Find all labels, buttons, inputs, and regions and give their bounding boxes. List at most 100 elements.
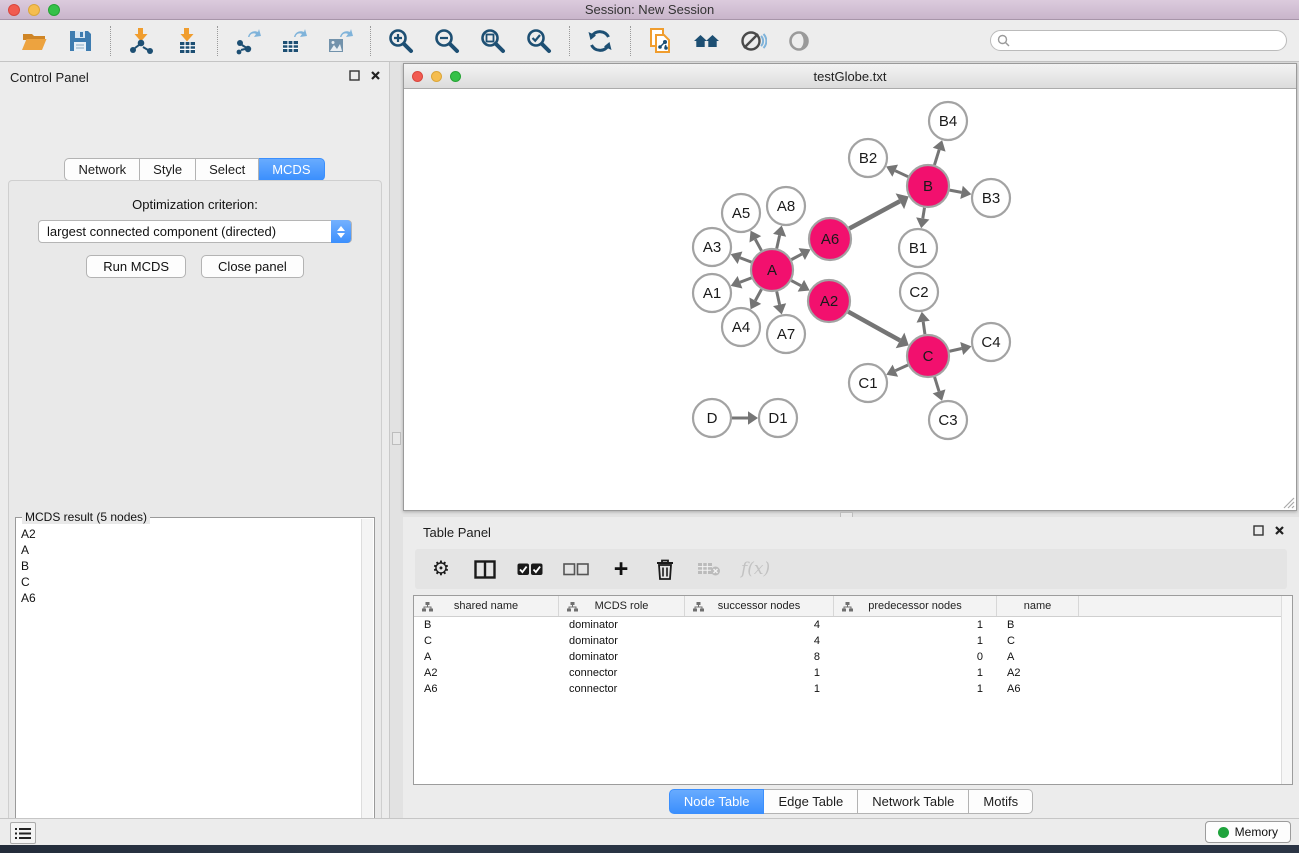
- graphics-detail-icon[interactable]: [781, 24, 817, 58]
- maximize-window-button[interactable]: [48, 4, 60, 16]
- edge-A6-B[interactable]: [849, 201, 900, 228]
- select-all-icon[interactable]: [517, 555, 543, 583]
- table-cell[interactable]: B: [414, 617, 559, 633]
- table-scrollbar[interactable]: [1281, 596, 1292, 784]
- column-header-successor-nodes[interactable]: successor nodes: [685, 596, 834, 616]
- column-header-predecessor-nodes[interactable]: predecessor nodes: [834, 596, 997, 616]
- table-cell[interactable]: A: [414, 649, 559, 665]
- network-canvas[interactable]: B4B2BB3B1A5A8A6A3AA1C2A2A4A7CC4C1C3DD1: [404, 89, 1296, 510]
- edge-A-A7[interactable]: [777, 291, 780, 304]
- result-list-item[interactable]: A6: [21, 590, 357, 606]
- close-table-panel-icon[interactable]: [1274, 525, 1285, 536]
- table-cell[interactable]: connector: [559, 665, 685, 681]
- close-panel-icon[interactable]: [370, 70, 381, 81]
- float-table-panel-icon[interactable]: [1253, 525, 1264, 536]
- table-cell[interactable]: 4: [685, 633, 834, 649]
- task-history-button[interactable]: [10, 822, 36, 844]
- resize-grip-icon[interactable]: [1281, 495, 1295, 509]
- table-cell[interactable]: C: [997, 633, 1079, 649]
- table-cell[interactable]: connector: [559, 681, 685, 697]
- table-cell[interactable]: A: [997, 649, 1079, 665]
- table-cell[interactable]: dominator: [559, 649, 685, 665]
- table-cell[interactable]: A2: [997, 665, 1079, 681]
- table-row[interactable]: Cdominator41C: [414, 633, 1292, 649]
- edge-A-A8[interactable]: [777, 235, 780, 248]
- float-panel-icon[interactable]: [349, 70, 360, 81]
- network-maximize-button[interactable]: [450, 71, 461, 82]
- mcds-result-list[interactable]: A2ABCA6: [17, 524, 361, 853]
- edge-C-C1[interactable]: [895, 365, 908, 371]
- run-mcds-button[interactable]: Run MCDS: [86, 255, 186, 278]
- tab-motifs[interactable]: Motifs: [969, 789, 1033, 814]
- tab-network[interactable]: Network: [64, 158, 140, 181]
- edge-B-B1[interactable]: [923, 208, 925, 219]
- table-row[interactable]: A6connector11A6: [414, 681, 1292, 697]
- minimize-window-button[interactable]: [28, 4, 40, 16]
- tab-select[interactable]: Select: [196, 158, 259, 181]
- table-cell[interactable]: 4: [685, 617, 834, 633]
- hide-details-icon[interactable]: [735, 24, 771, 58]
- refresh-icon[interactable]: [582, 24, 618, 58]
- table-cell[interactable]: 1: [834, 633, 997, 649]
- table-row[interactable]: A2connector11A2: [414, 665, 1292, 681]
- table-cell[interactable]: 1: [685, 665, 834, 681]
- search-input[interactable]: [990, 30, 1287, 51]
- table-cell[interactable]: 1: [834, 665, 997, 681]
- table-cell[interactable]: 1: [685, 681, 834, 697]
- table-cell[interactable]: dominator: [559, 633, 685, 649]
- table-cell[interactable]: 1: [834, 617, 997, 633]
- show-columns-icon[interactable]: [473, 555, 497, 583]
- table-cell[interactable]: 1: [834, 681, 997, 697]
- edge-C-C3[interactable]: [935, 377, 939, 391]
- table-row[interactable]: Adominator80A: [414, 649, 1292, 665]
- result-list-item[interactable]: A2: [21, 526, 357, 542]
- network-close-button[interactable]: [412, 71, 423, 82]
- edge-A-A3[interactable]: [740, 258, 751, 262]
- save-session-icon[interactable]: [62, 24, 98, 58]
- edge-B-B2[interactable]: [895, 171, 908, 177]
- memory-button[interactable]: Memory: [1205, 821, 1291, 843]
- edge-A2-C[interactable]: [848, 312, 900, 341]
- zoom-selected-icon[interactable]: [521, 24, 557, 58]
- export-network-icon[interactable]: [230, 24, 266, 58]
- table-row[interactable]: Bdominator41B: [414, 617, 1292, 633]
- zoom-out-icon[interactable]: [429, 24, 465, 58]
- edge-A-A1[interactable]: [740, 278, 751, 282]
- deselect-all-icon[interactable]: [563, 555, 589, 583]
- table-cell[interactable]: 8: [685, 649, 834, 665]
- result-list-item[interactable]: C: [21, 574, 357, 590]
- close-panel-button[interactable]: Close panel: [201, 255, 304, 278]
- network-window-titlebar[interactable]: testGlobe.txt: [404, 64, 1296, 89]
- edge-A-A2[interactable]: [791, 281, 801, 286]
- column-header-MCDS-role[interactable]: MCDS role: [559, 596, 685, 616]
- tab-edge-table[interactable]: Edge Table: [764, 789, 858, 814]
- edge-C-C2[interactable]: [923, 322, 925, 335]
- edge-B-B3[interactable]: [950, 190, 962, 192]
- result-list-item[interactable]: B: [21, 558, 357, 574]
- add-icon[interactable]: +: [609, 555, 633, 583]
- edge-C-C4[interactable]: [949, 349, 961, 352]
- import-table-icon[interactable]: [169, 24, 205, 58]
- tab-style[interactable]: Style: [140, 158, 196, 181]
- table-cell[interactable]: C: [414, 633, 559, 649]
- export-table-icon[interactable]: [276, 24, 312, 58]
- network-minimize-button[interactable]: [431, 71, 442, 82]
- table-cell[interactable]: A6: [414, 681, 559, 697]
- open-file-icon[interactable]: [16, 24, 52, 58]
- zoom-fit-icon[interactable]: [475, 24, 511, 58]
- table-cell[interactable]: A2: [414, 665, 559, 681]
- close-window-button[interactable]: [8, 4, 20, 16]
- import-network-icon[interactable]: [123, 24, 159, 58]
- table-cell[interactable]: 0: [834, 649, 997, 665]
- delete-icon[interactable]: [653, 555, 677, 583]
- table-cell[interactable]: dominator: [559, 617, 685, 633]
- edge-A-A6[interactable]: [791, 254, 801, 260]
- result-list-scrollbar[interactable]: [361, 519, 373, 853]
- zoom-in-icon[interactable]: [383, 24, 419, 58]
- table-cell[interactable]: A6: [997, 681, 1079, 697]
- export-image-icon[interactable]: [322, 24, 358, 58]
- edge-A-A4[interactable]: [755, 289, 761, 300]
- result-list-item[interactable]: A: [21, 542, 357, 558]
- tab-node-table[interactable]: Node Table: [669, 789, 765, 814]
- column-header-name[interactable]: name: [997, 596, 1079, 616]
